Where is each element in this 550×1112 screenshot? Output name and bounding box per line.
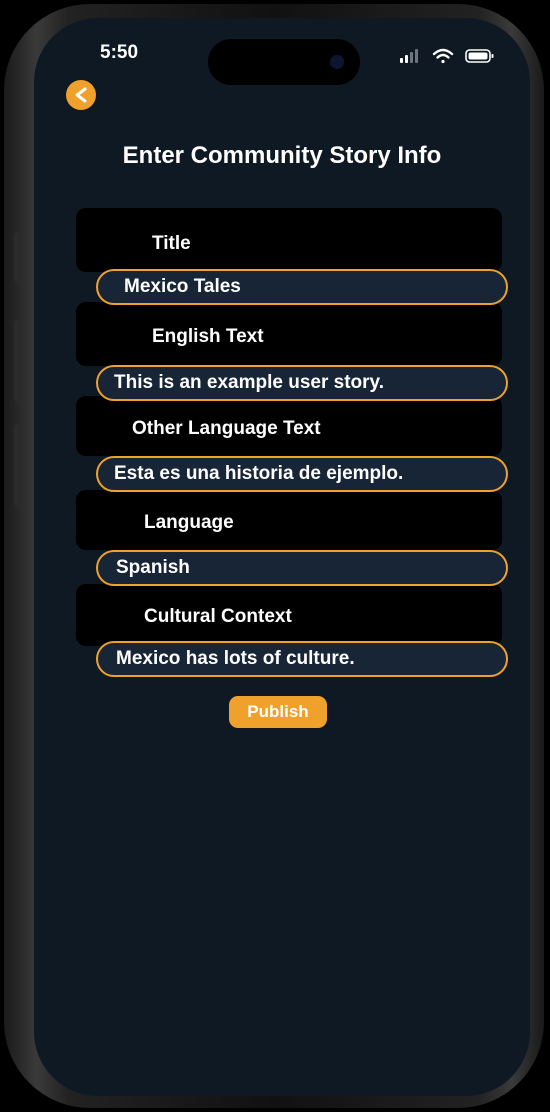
action-button — [14, 232, 20, 282]
label-block-language — [76, 490, 502, 550]
language-label: Language — [144, 512, 234, 533]
label-block-english-text — [76, 302, 502, 366]
dynamic-island — [208, 39, 360, 85]
page-title: Enter Community Story Info — [122, 142, 442, 169]
battery-icon — [465, 49, 494, 63]
cultural-context-label: Cultural Context — [144, 606, 292, 627]
language-field[interactable]: Spanish — [96, 550, 508, 586]
cultural-context-field[interactable]: Mexico has lots of culture. — [96, 641, 508, 677]
label-block-title — [76, 208, 502, 272]
other-language-text-label: Other Language Text — [132, 418, 321, 439]
app-screen: 5:50 Enter Community Story Info Title En… — [34, 18, 530, 1096]
title-field[interactable]: Mexico Tales — [96, 269, 508, 305]
other-language-text-field[interactable]: Esta es una historia de ejemplo. — [96, 456, 508, 492]
back-button[interactable] — [66, 80, 96, 110]
signal-bars-icon — [400, 49, 418, 63]
status-icons — [394, 46, 504, 66]
chevron-left-icon — [75, 87, 87, 103]
volume-up-button — [14, 320, 20, 402]
status-time: 5:50 — [100, 42, 139, 63]
volume-down-button — [14, 424, 20, 506]
english-text-field[interactable]: This is an example user story. — [96, 365, 508, 401]
title-label: Title — [152, 233, 191, 254]
wifi-icon — [432, 48, 454, 64]
publish-button[interactable]: Publish — [229, 696, 327, 728]
english-text-label: English Text — [152, 326, 264, 347]
camera-icon — [330, 55, 344, 69]
